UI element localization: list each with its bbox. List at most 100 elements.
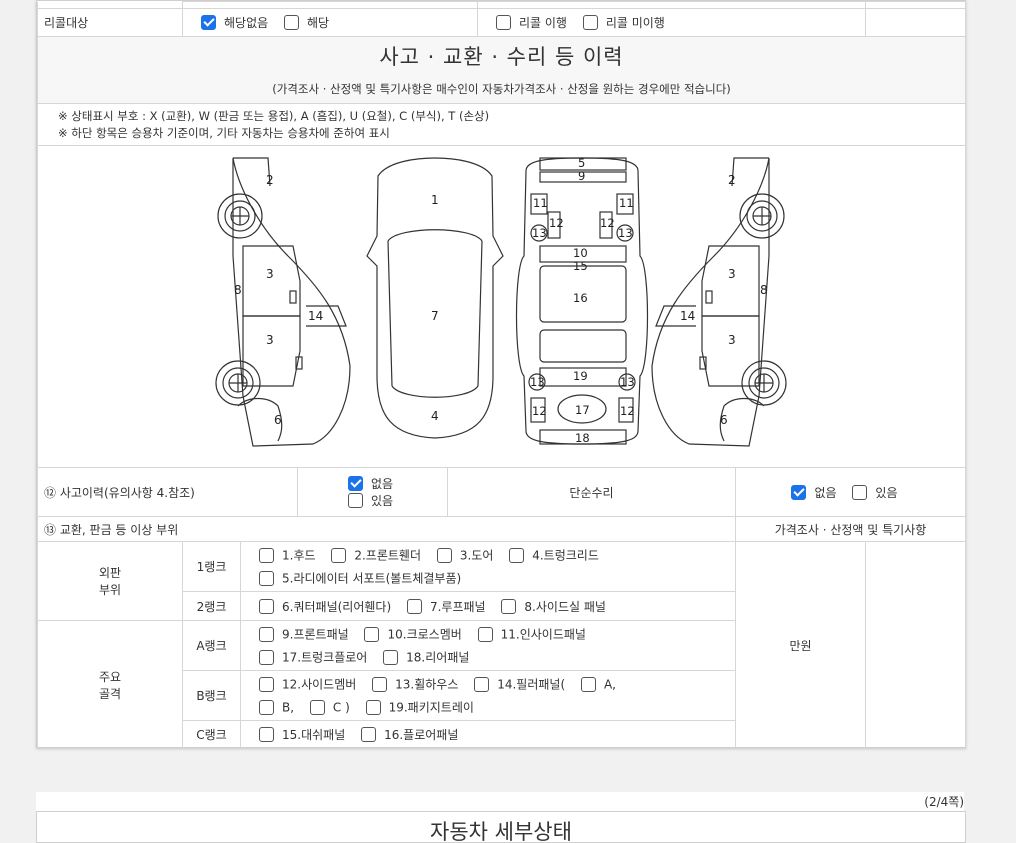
part-3-option[interactable]: 3.도어 (436, 544, 493, 567)
rankA-label: A랭크 (182, 620, 241, 671)
price-notes-cell[interactable] (865, 541, 966, 749)
rank2-label: 2랭크 (182, 591, 241, 621)
recall-label: 리콜대상 (37, 8, 183, 37)
rankB-label: B랭크 (182, 670, 241, 721)
rank2-items: 6.쿼터패널(리어휀다) 7.루프패널 8.사이드실 패널 (240, 591, 736, 621)
part-12-option[interactable]: 12.사이드멤버 (259, 673, 356, 696)
pillar-b-option[interactable]: B, (259, 696, 294, 719)
part-13-option[interactable]: 13.휠하우스 (372, 673, 458, 696)
recall-applicable-checkbox[interactable] (284, 15, 299, 30)
accident-yes-option[interactable]: 있음 (348, 492, 441, 509)
notes-row: ※ 상태표시 부호 : X (교환), W (판금 또는 용접), A (흠집)… (37, 103, 966, 146)
rank1-row: 외판 부위 1랭크 1.후드 2.프론트휀더 3.도어 4.트렁크리드 5.라디에… (37, 541, 966, 749)
top-part-4: 4 (431, 409, 439, 423)
next-sheet: 자동차 세부상태 (36, 811, 966, 843)
frame-part-11a: 11 (533, 196, 548, 210)
frame-part-16: 16 (573, 291, 588, 305)
part-14-option[interactable]: 14.필러패널( (474, 673, 565, 696)
part-18-option[interactable]: 18.리어패널 (383, 646, 469, 669)
part-1-option[interactable]: 1.후드 (259, 544, 316, 567)
recall-notdone-checkbox[interactable] (582, 15, 598, 30)
part-11-option[interactable]: 11.인사이드패널 (477, 623, 586, 646)
left-part-8: 8 (234, 283, 242, 297)
accident-label: ⑫ 사고이력(유의사항 4.참조) (37, 467, 298, 517)
pillar-a-option[interactable]: A, (580, 673, 616, 696)
car-top-view-labels: 1 7 4 (431, 193, 439, 423)
part-10-option[interactable]: 10.크로스멤버 (364, 623, 462, 646)
left-part-14: 14 (308, 309, 323, 323)
recall-done-checkbox[interactable] (496, 15, 511, 30)
frame-part-13a: 13 (532, 226, 547, 240)
part-8-option[interactable]: 8.사이드실 패널 (501, 598, 606, 615)
rank1-label: 1랭크 (182, 541, 241, 592)
recall-notdone-option[interactable]: 리콜 미이행 (582, 14, 665, 31)
frame-part-10: 10 (573, 246, 588, 260)
simple-repair-options: 없음 있음 (735, 467, 966, 517)
rankC-items: 15.대쉬패널 16.플로어패널 (240, 720, 736, 749)
frame-part-9: 9 (578, 169, 585, 183)
top-part-1: 1 (431, 193, 439, 207)
simple-repair-label: 단순수리 (447, 467, 736, 517)
rankC-label: C랭크 (182, 720, 241, 749)
accident-none-checkbox[interactable] (348, 476, 363, 491)
recall-none-option[interactable]: 해당없음 (201, 14, 268, 31)
pillar-c-option[interactable]: C ) (309, 696, 350, 719)
simple-repair-yes-checkbox[interactable] (852, 484, 868, 500)
inspection-sheet: 리콜대상 해당없음 해당 리콜 이행 리콜 미이행 사고 · 교환 · 수리 등… (36, 0, 966, 749)
frame-part-17: 17 (575, 403, 590, 417)
parts-label: ⑬ 교환, 판금 등 이상 부위 (37, 516, 736, 542)
right-part-3a: 3 (728, 267, 736, 281)
frame-part-18: 18 (575, 431, 590, 445)
simple-repair-none-option[interactable]: 없음 (791, 484, 837, 501)
price-unit: 만원 (735, 541, 866, 749)
rankA-items: 9.프론트패널 10.크로스멤버 11.인사이드패널 17.트렁크플로어 18.… (240, 620, 736, 671)
page-number-bar: (2/4쪽) (36, 792, 964, 811)
part-4-option[interactable]: 4.트렁크리드 (509, 544, 599, 567)
top-part-7: 7 (431, 309, 439, 323)
rankB-items: 12.사이드멤버 13.휠하우스 14.필러패널( A, B, C ) 19.패… (240, 670, 736, 721)
history-subtitle: (가격조사 · 산정액 및 특기사항은 매수인이 자동차가격조사 · 산정을 원… (272, 82, 731, 96)
left-part-2: 2 (266, 173, 274, 187)
part-16-option[interactable]: 16.플로어패널 (361, 726, 458, 743)
right-part-8: 8 (760, 283, 768, 297)
history-table: 리콜대상 해당없음 해당 리콜 이행 리콜 미이행 사고 · 교환 · 수리 등… (37, 1, 966, 749)
recall-done-option[interactable]: 리콜 이행 (496, 14, 567, 31)
history-title: 사고 · 교환 · 수리 등 이력 (379, 45, 624, 69)
diagram-row: 2 3 8 14 3 6 1 7 4 5 9 11 12 12 11 13 13… (37, 145, 966, 468)
frame-part-13b: 13 (618, 226, 633, 240)
part-7-option[interactable]: 7.루프패널 (406, 598, 486, 615)
recall-none-checkbox[interactable] (201, 15, 216, 30)
right-part-2: 2 (728, 173, 736, 187)
frame-part-12c: 12 (532, 404, 547, 418)
part-5-option[interactable]: 5.라디에이터 서포트(볼트체결부품) (259, 567, 461, 590)
accident-yes-checkbox[interactable] (348, 493, 363, 508)
price-header: 가격조사 · 산정액 및 특기사항 (735, 516, 966, 542)
recall-applicable-option[interactable]: 해당 (284, 14, 329, 31)
frame-part-15: 15 (573, 259, 588, 273)
part-19-option[interactable]: 19.패키지트레이 (365, 696, 474, 719)
right-part-3b: 3 (728, 333, 736, 347)
frame-part-12a: 12 (549, 216, 564, 230)
recall-row: 리콜대상 해당없음 해당 리콜 이행 리콜 미이행 (37, 8, 966, 37)
part-17-option[interactable]: 17.트렁크플로어 (259, 646, 367, 669)
part-2-option[interactable]: 2.프론트휀더 (331, 544, 421, 567)
part-9-option[interactable]: 9.프론트패널 (259, 623, 349, 646)
frame-part-11b: 11 (619, 196, 634, 210)
recall-options-right: 리콜 이행 리콜 미이행 (477, 8, 866, 37)
accident-options: 없음 있음 (297, 467, 448, 517)
accident-row: ⑫ 사고이력(유의사항 4.참조) 없음 있음 단순수리 없음 있음 (37, 467, 966, 517)
right-part-6: 6 (720, 413, 728, 427)
car-diagram: 2 3 8 14 3 6 1 7 4 5 9 11 12 12 11 13 13… (215, 156, 787, 447)
accident-none-option[interactable]: 없음 (348, 475, 441, 492)
top-cut-row (37, 1, 966, 9)
part-6-option[interactable]: 6.쿼터패널(리어휀다) (259, 598, 391, 615)
right-part-14: 14 (680, 309, 695, 323)
next-sheet-title: 자동차 세부상태 (430, 820, 572, 843)
part-15-option[interactable]: 15.대쉬패널 (259, 726, 345, 743)
left-part-3a: 3 (266, 267, 274, 281)
frame-part-13d: 13 (620, 375, 635, 389)
car-left-side-view (215, 157, 351, 447)
outer-panel-label: 외판 부위 (37, 541, 183, 621)
simple-repair-yes-option[interactable]: 있음 (852, 484, 898, 501)
simple-repair-none-checkbox[interactable] (791, 484, 807, 500)
